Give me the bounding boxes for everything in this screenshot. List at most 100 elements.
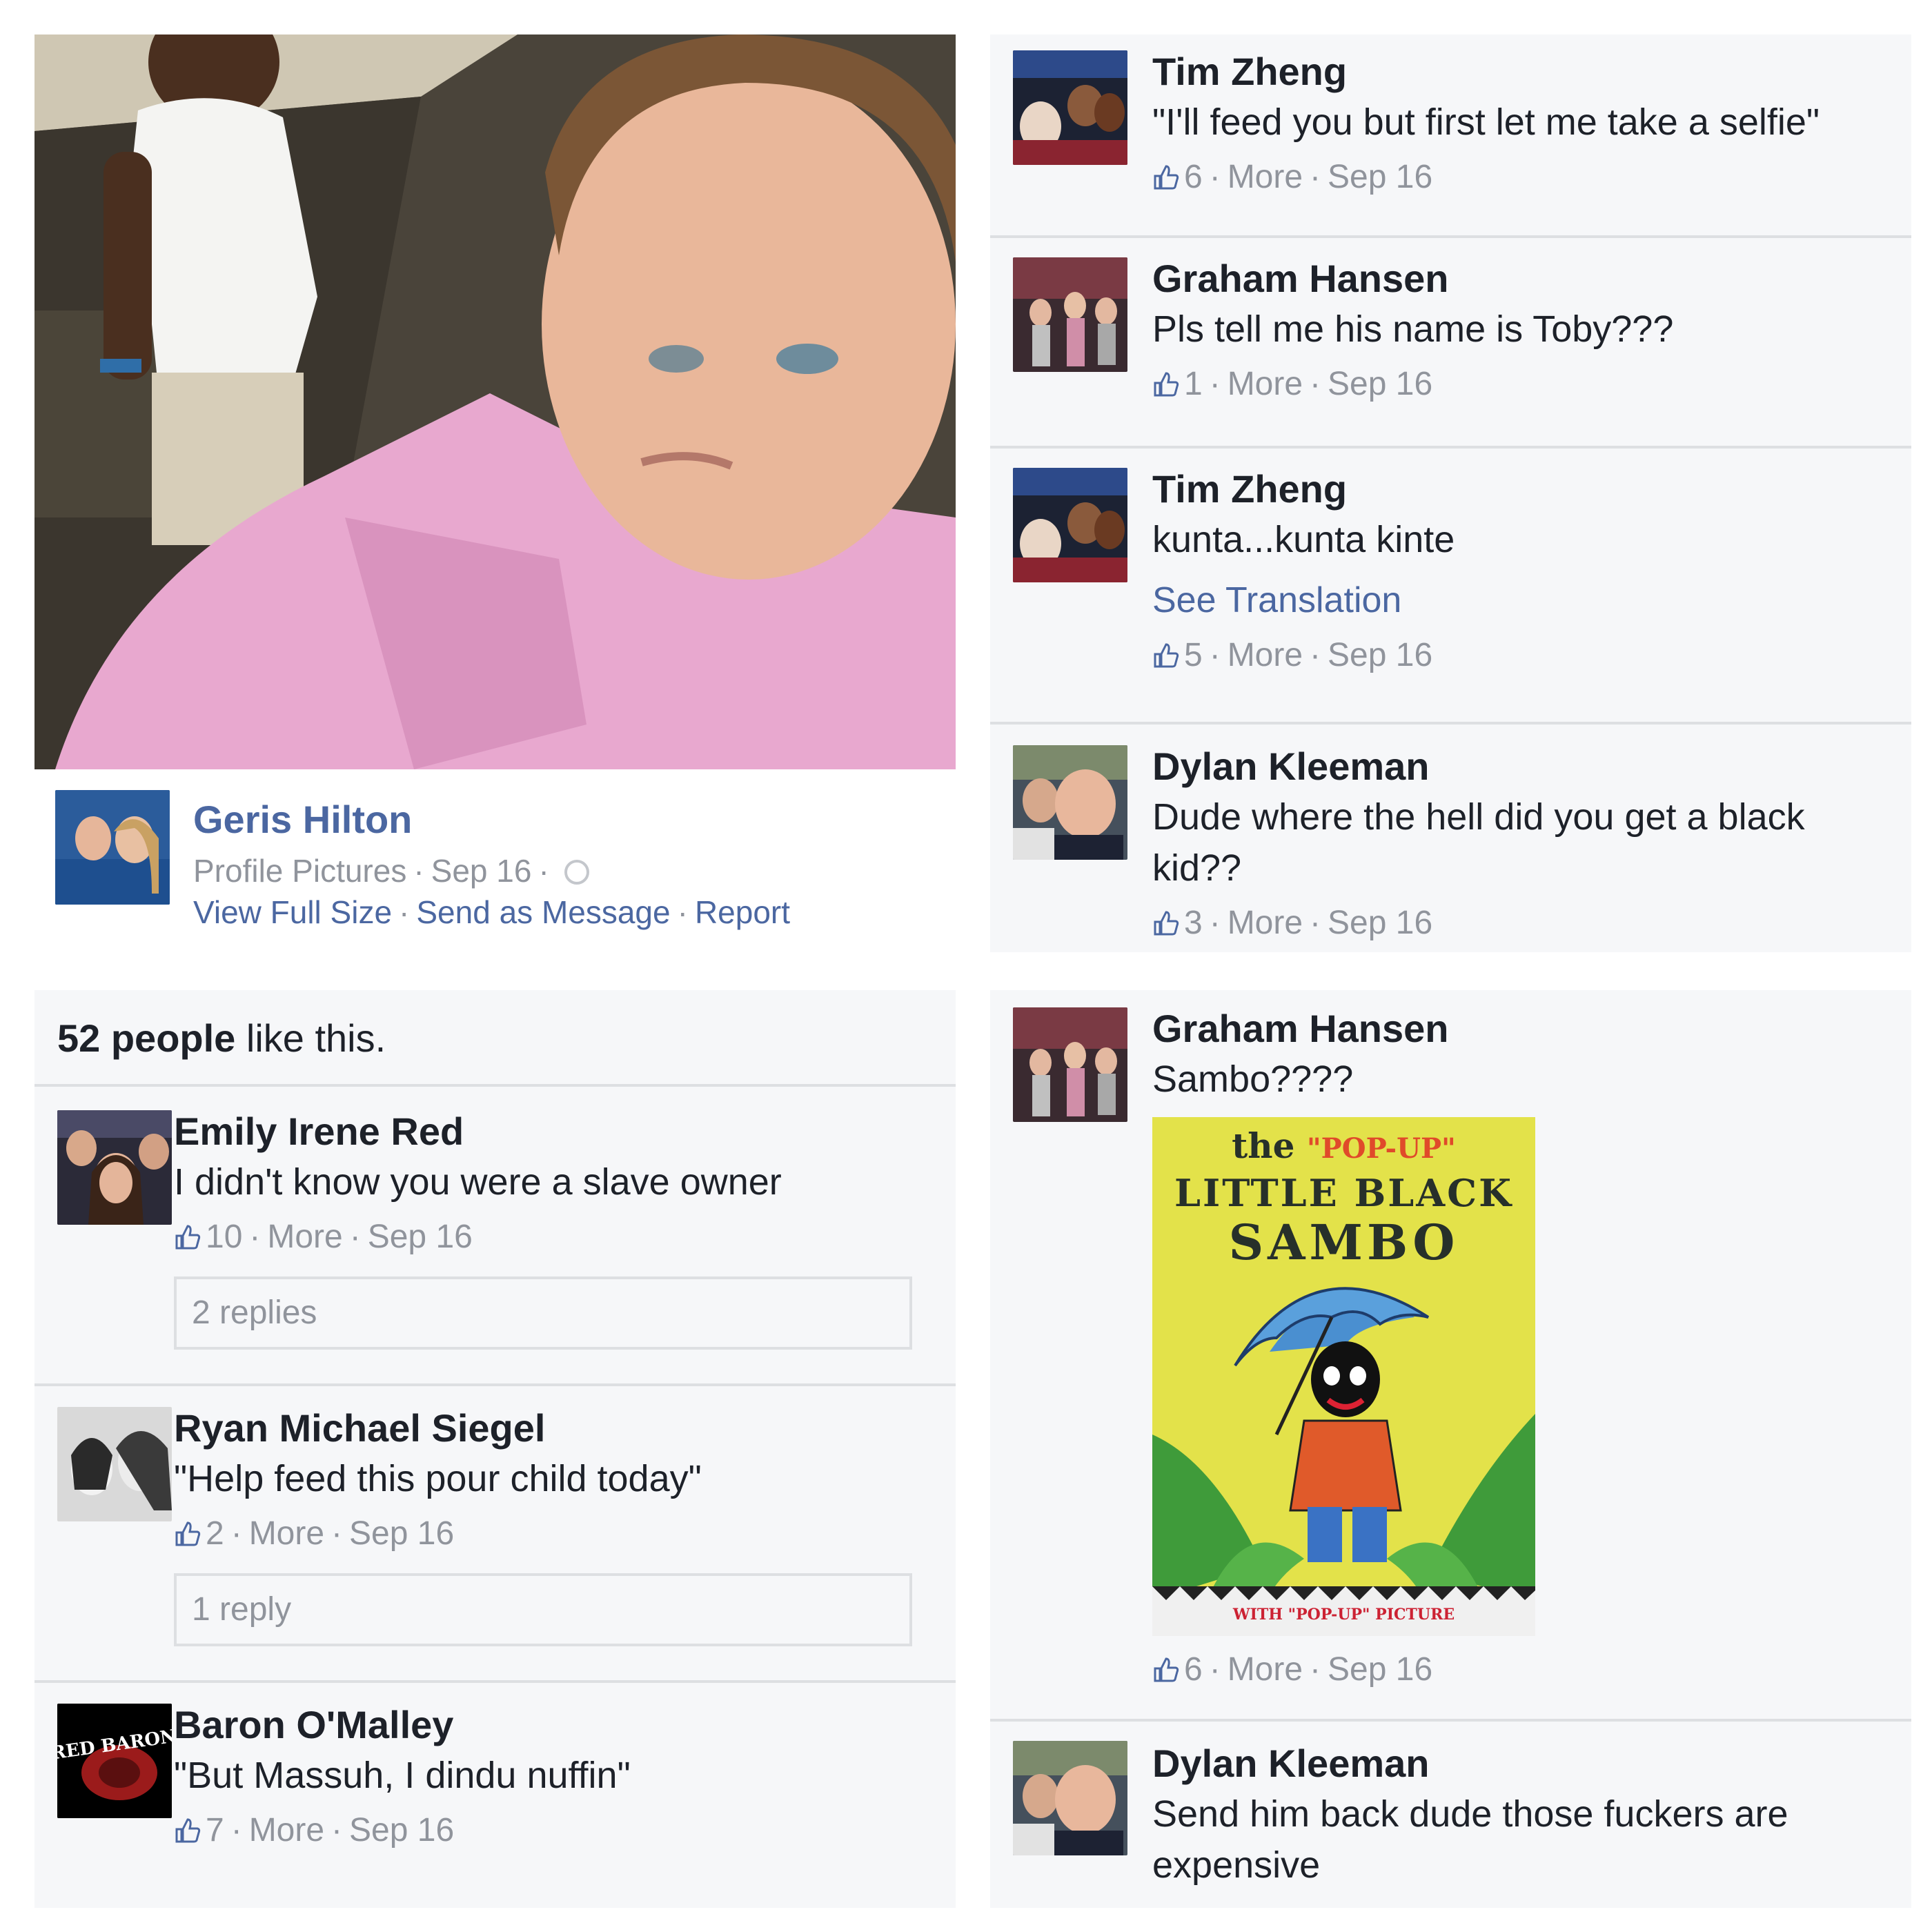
commenter-name[interactable]: Baron O'Malley (174, 1700, 928, 1750)
commenter-avatar[interactable]: RED BARON (57, 1704, 172, 1818)
commenter-avatar[interactable] (1013, 1741, 1127, 1855)
commenter-name[interactable]: Tim Zheng (1152, 464, 1884, 514)
send-as-message-link[interactable]: Send as Message (416, 894, 670, 930)
globe-icon (564, 860, 589, 885)
commenter-name[interactable]: Ryan Michael Siegel (174, 1403, 928, 1453)
separator: · (1310, 905, 1321, 941)
report-link[interactable]: Report (695, 894, 790, 930)
comment-meta: 7 · More · Sep 16 (174, 1806, 928, 1855)
like-count: 5 (1184, 637, 1203, 673)
thumbs-up-icon[interactable] (1152, 371, 1180, 398)
avatar-image (57, 1110, 172, 1225)
book-title-highlight: "POP-UP" (1306, 1132, 1456, 1165)
commenter-avatar[interactable] (57, 1407, 172, 1521)
more-link[interactable]: More (1228, 1651, 1303, 1688)
owner-avatar[interactable] (55, 790, 170, 905)
comment-date[interactable]: Sep 16 (349, 1812, 454, 1849)
book-title-line1: the "POP-UP" (1152, 1125, 1535, 1166)
more-link[interactable]: More (1228, 159, 1303, 195)
commenter-name[interactable]: Tim Zheng (1152, 47, 1884, 97)
more-link[interactable]: More (267, 1219, 342, 1255)
comment-date[interactable]: Sep 16 (1328, 905, 1432, 941)
separator: · (1209, 905, 1221, 941)
album-link[interactable]: Profile Pictures (193, 853, 406, 889)
separator: · (1209, 366, 1221, 402)
commenter-avatar[interactable] (1013, 257, 1127, 372)
see-translation-link[interactable]: See Translation (1152, 575, 1884, 626)
commenter-avatar[interactable] (1013, 50, 1127, 165)
more-link[interactable]: More (249, 1515, 324, 1552)
comment-text: Pls tell me his name is Toby??? (1152, 308, 1674, 350)
thumbs-up-icon[interactable] (174, 1817, 201, 1844)
comment-text: "But Massuh, I dindu nuffin" (174, 1755, 631, 1796)
post-owner-bar: Geris Hilton Profile Pictures · Sep 16 · Vi… (34, 769, 956, 952)
thumbs-up-icon[interactable] (1152, 642, 1180, 669)
comment-date[interactable]: Sep 16 (1328, 1651, 1432, 1688)
comment-meta: 10 · More · Sep 16 (174, 1213, 928, 1261)
comment-date[interactable]: Sep 16 (368, 1219, 473, 1255)
commenter-name[interactable]: Emily Irene Red (174, 1107, 928, 1156)
comments-panel-top-right: Tim Zheng "I'll feed you but first let m… (990, 34, 1911, 952)
owner-avatar-image (55, 790, 170, 905)
commenter-name[interactable]: Dylan Kleeman (1152, 742, 1884, 791)
commenter-avatar[interactable] (1013, 745, 1127, 860)
thumbs-up-icon[interactable] (1152, 909, 1180, 937)
separator: · (349, 1219, 361, 1255)
thumbs-up-icon[interactable] (1152, 1656, 1180, 1684)
like-count: 3 (1184, 905, 1203, 941)
commenter-name[interactable]: Dylan Kleeman (1152, 1739, 1884, 1788)
comment-text: I didn't know you were a slave owner (174, 1161, 782, 1203)
comment-body: Emily Irene Red I didn't know you were a… (174, 1107, 928, 1350)
separator: · (538, 853, 549, 889)
like-count: 2 (206, 1515, 224, 1552)
comment-body: Tim Zheng kunta...kunta kinte See Transl… (1152, 464, 1884, 680)
more-link[interactable]: More (1228, 637, 1303, 673)
comment-meta: 1 · More · Sep 16 (1152, 360, 1884, 408)
book-title-line2: LITTLE BLACK (1174, 1171, 1514, 1215)
post-photo[interactable] (34, 34, 956, 769)
commenter-avatar[interactable] (1013, 1007, 1127, 1122)
replies-button[interactable]: 1 reply (174, 1573, 912, 1646)
commenter-avatar[interactable] (1013, 468, 1127, 582)
comment-date[interactable]: Sep 16 (349, 1515, 454, 1552)
attached-book-image[interactable]: the "POP-UP" LITTLE BLACK SAMBO WITH "PO… (1152, 1117, 1535, 1636)
comment: Emily Irene Red I didn't know you were a… (34, 1090, 956, 1386)
likes-summary[interactable]: 52 people like this. (34, 990, 956, 1087)
more-link[interactable]: More (1228, 905, 1303, 941)
thumbs-up-icon[interactable] (174, 1223, 201, 1251)
comment-body: Graham Hansen Sambo???? the "POP-UP" LIT… (1152, 1004, 1884, 1694)
owner-name[interactable]: Geris Hilton (193, 797, 412, 842)
post-date[interactable]: Sep 16 (431, 853, 532, 889)
comment: Graham Hansen Sambo???? the "POP-UP" LIT… (990, 990, 1911, 1722)
commenter-name[interactable]: Graham Hansen (1152, 254, 1884, 304)
comment-meta: 6 · More · Sep 16 (1152, 1646, 1884, 1694)
more-link[interactable]: More (1228, 366, 1303, 402)
replies-button[interactable]: 2 replies (174, 1276, 912, 1350)
comment: RED BARON Baron O'Malley "But Massuh, I … (34, 1683, 956, 1908)
comment: Tim Zheng kunta...kunta kinte See Transl… (990, 448, 1911, 724)
separator: · (1209, 637, 1221, 673)
separator: · (230, 1812, 242, 1849)
comment-text: "I'll feed you but first let me take a s… (1152, 101, 1820, 143)
separator: · (1209, 1651, 1221, 1688)
separator: · (677, 894, 688, 930)
comment-date[interactable]: Sep 16 (1328, 637, 1432, 673)
comment-date[interactable]: Sep 16 (1328, 366, 1432, 402)
thumbs-up-icon[interactable] (174, 1520, 201, 1548)
commenter-name[interactable]: Graham Hansen (1152, 1004, 1884, 1054)
commenter-avatar[interactable] (57, 1110, 172, 1225)
likes-count[interactable]: 52 people (57, 1016, 235, 1060)
comment: Tim Zheng "I'll feed you but first let m… (990, 34, 1911, 238)
more-link[interactable]: More (249, 1812, 324, 1849)
thumbs-up-icon[interactable] (1152, 164, 1180, 191)
avatar-image (1013, 1007, 1127, 1122)
comment-date[interactable]: Sep 16 (1328, 159, 1432, 195)
avatar-image (1013, 468, 1127, 582)
avatar-image (1013, 50, 1127, 165)
comments-panel-bottom-left: 52 people like this. Emily Irene Red I d… (34, 990, 956, 1908)
comment-text: Sambo???? (1152, 1058, 1354, 1100)
comment-text: Dude where the hell did you get a black … (1152, 796, 1805, 889)
comment: Dylan Kleeman Dude where the hell did yo… (990, 724, 1911, 952)
view-full-size-link[interactable]: View Full Size (193, 894, 392, 930)
comments-panel-bottom-right: Graham Hansen Sambo???? the "POP-UP" LIT… (990, 990, 1911, 1908)
